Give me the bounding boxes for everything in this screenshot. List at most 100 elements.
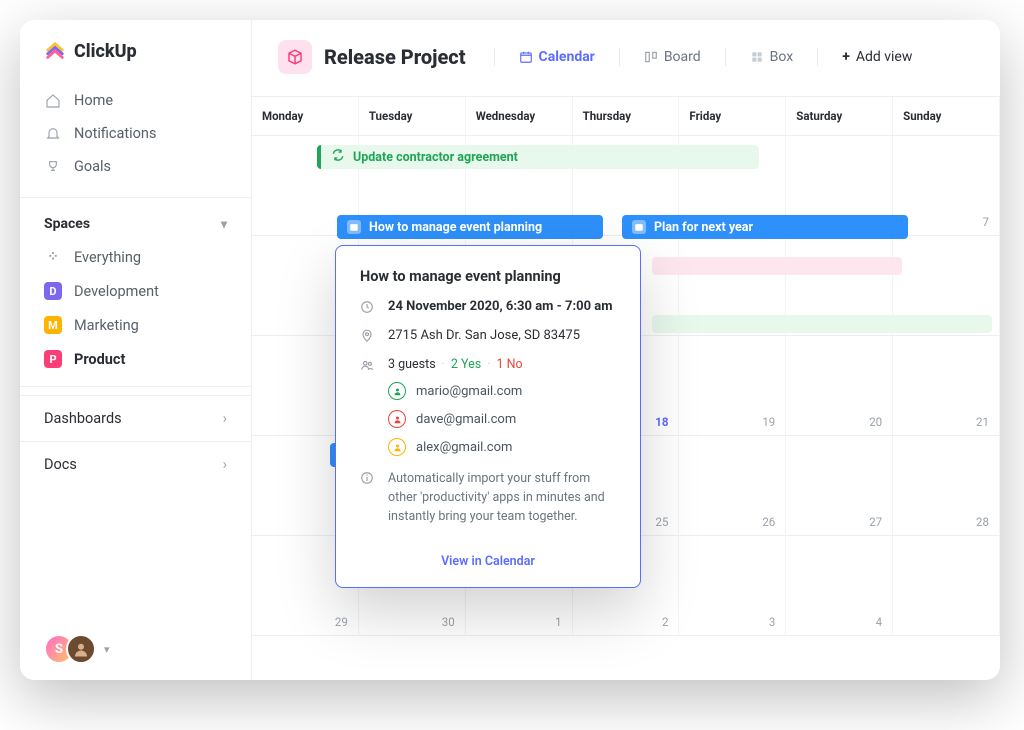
date-number: 28	[976, 515, 989, 529]
event-label: Plan for next year	[654, 220, 753, 235]
clock-icon	[360, 299, 374, 314]
view-tab-add[interactable]: + Add view	[830, 43, 924, 71]
view-tab-board[interactable]: Board	[632, 43, 713, 71]
date-number: 29	[335, 615, 348, 629]
event-strip[interactable]	[652, 315, 992, 333]
date-number: 1	[555, 615, 561, 629]
trophy-icon	[44, 159, 62, 175]
view-label: Add view	[856, 49, 913, 65]
view-tab-calendar[interactable]: Calendar	[507, 43, 607, 71]
event-strip[interactable]	[652, 257, 902, 275]
home-icon	[44, 93, 62, 109]
date-number: 19	[762, 415, 775, 429]
nav-goals[interactable]: Goals	[20, 150, 251, 183]
guest-yes: 2 Yes	[451, 357, 481, 372]
chevron-down-icon[interactable]: ▾	[104, 643, 110, 656]
person-icon	[388, 438, 406, 456]
calendar-cell[interactable]	[893, 536, 1000, 636]
space-badge: M	[44, 316, 62, 334]
day-header: Monday	[252, 97, 359, 135]
space-item-product[interactable]: P Product	[20, 342, 251, 376]
calendar-cell[interactable]: 28	[893, 436, 1000, 536]
event-bar-planning[interactable]: How to manage event planning	[337, 215, 603, 239]
sidebar-footer: S ▾	[20, 634, 251, 664]
guest-no: 1 No	[497, 357, 523, 372]
guest-email: dave@gmail.com	[416, 412, 516, 427]
popover-location-row: 2715 Ash Dr. San Jose, SD 83475	[360, 328, 616, 343]
bell-icon	[44, 126, 62, 142]
date-number: 18	[655, 415, 668, 429]
guest-row: alex@gmail.com	[388, 438, 616, 456]
logo[interactable]: ClickUp	[20, 40, 251, 78]
nav-label: Home	[74, 92, 113, 109]
nav-label: Goals	[74, 158, 111, 175]
view-label: Calendar	[539, 49, 595, 65]
project-title: Release Project	[324, 45, 466, 69]
guest-row: dave@gmail.com	[388, 410, 616, 428]
calendar-cell[interactable]: 3	[679, 536, 786, 636]
space-label: Development	[74, 283, 159, 300]
nav-label: Notifications	[74, 125, 156, 142]
view-tab-box[interactable]: Box	[738, 43, 806, 71]
location-icon	[360, 328, 374, 343]
four-dots-icon: ⁘	[44, 248, 62, 266]
space-item-marketing[interactable]: M Marketing	[20, 308, 251, 342]
space-badge: P	[44, 350, 62, 368]
calendar-cell[interactable]: 4	[786, 536, 893, 636]
plus-icon: +	[842, 49, 850, 65]
box-icon	[750, 50, 764, 64]
group-icon	[360, 357, 374, 372]
date-number: 30	[442, 615, 455, 629]
section-label: Dashboards	[44, 410, 122, 427]
space-item-development[interactable]: D Development	[20, 274, 251, 308]
topbar: Release Project Calendar Board Box + Add…	[252, 20, 1000, 97]
avatar[interactable]	[66, 634, 96, 664]
calendar-cell[interactable]: 19	[679, 336, 786, 436]
section-dashboards[interactable]: Dashboards ›	[20, 395, 251, 441]
calendar-cell[interactable]: 27	[786, 436, 893, 536]
event-bar-contractor[interactable]: Update contractor agreement	[317, 145, 759, 169]
person-icon	[388, 410, 406, 428]
logo-text: ClickUp	[74, 41, 137, 62]
day-header: Wednesday	[466, 97, 573, 135]
space-badge: D	[44, 282, 62, 300]
date-number: 2	[662, 615, 668, 629]
date-number: 25	[655, 515, 668, 529]
day-header: Thursday	[573, 97, 680, 135]
nav-notifications[interactable]: Notifications	[20, 117, 251, 150]
calendar: Monday Tuesday Wednesday Thursday Friday…	[252, 97, 1000, 680]
event-label: How to manage event planning	[369, 220, 542, 235]
sidebar: ClickUp Home Notifications Goals	[20, 20, 252, 680]
space-item-everything[interactable]: ⁘ Everything	[20, 240, 251, 274]
view-in-calendar-link[interactable]: View in Calendar	[360, 540, 616, 569]
calendar-cell[interactable]: 7	[893, 136, 1000, 236]
nav-home[interactable]: Home	[20, 84, 251, 117]
recurring-icon	[331, 148, 345, 166]
popover-guests-row: 3 guests · 2 Yes · 1 No mario@gmail.com	[360, 357, 616, 456]
calendar-cell[interactable]: 20	[786, 336, 893, 436]
chevron-right-icon: ›	[223, 410, 227, 427]
guest-count: 3 guests	[388, 357, 436, 372]
board-icon	[644, 50, 658, 64]
popover-info-row: Automatically import your stuff from oth…	[360, 470, 616, 526]
main-area: Release Project Calendar Board Box + Add…	[252, 20, 1000, 680]
popover-location: 2715 Ash Dr. San Jose, SD 83475	[388, 328, 580, 343]
date-number: 27	[869, 515, 882, 529]
spaces-header[interactable]: Spaces ▾	[20, 206, 251, 240]
calendar-cell[interactable]: 21	[893, 336, 1000, 436]
event-label: Update contractor agreement	[353, 150, 518, 165]
guest-email: alex@gmail.com	[416, 440, 512, 455]
calendar-icon	[519, 50, 533, 64]
section-docs[interactable]: Docs ›	[20, 441, 251, 487]
popover-description: Automatically import your stuff from oth…	[388, 470, 616, 526]
guest-email: mario@gmail.com	[416, 384, 522, 399]
project-icon	[278, 40, 312, 74]
day-header: Saturday	[786, 97, 893, 135]
person-icon	[388, 382, 406, 400]
event-popover: How to manage event planning 24 November…	[335, 245, 641, 588]
event-bar-nextyear[interactable]: Plan for next year	[622, 215, 908, 239]
date-number: 7	[983, 215, 989, 229]
calendar-cell[interactable]: 26	[679, 436, 786, 536]
space-label: Marketing	[74, 317, 139, 334]
chevron-right-icon: ›	[223, 456, 227, 473]
